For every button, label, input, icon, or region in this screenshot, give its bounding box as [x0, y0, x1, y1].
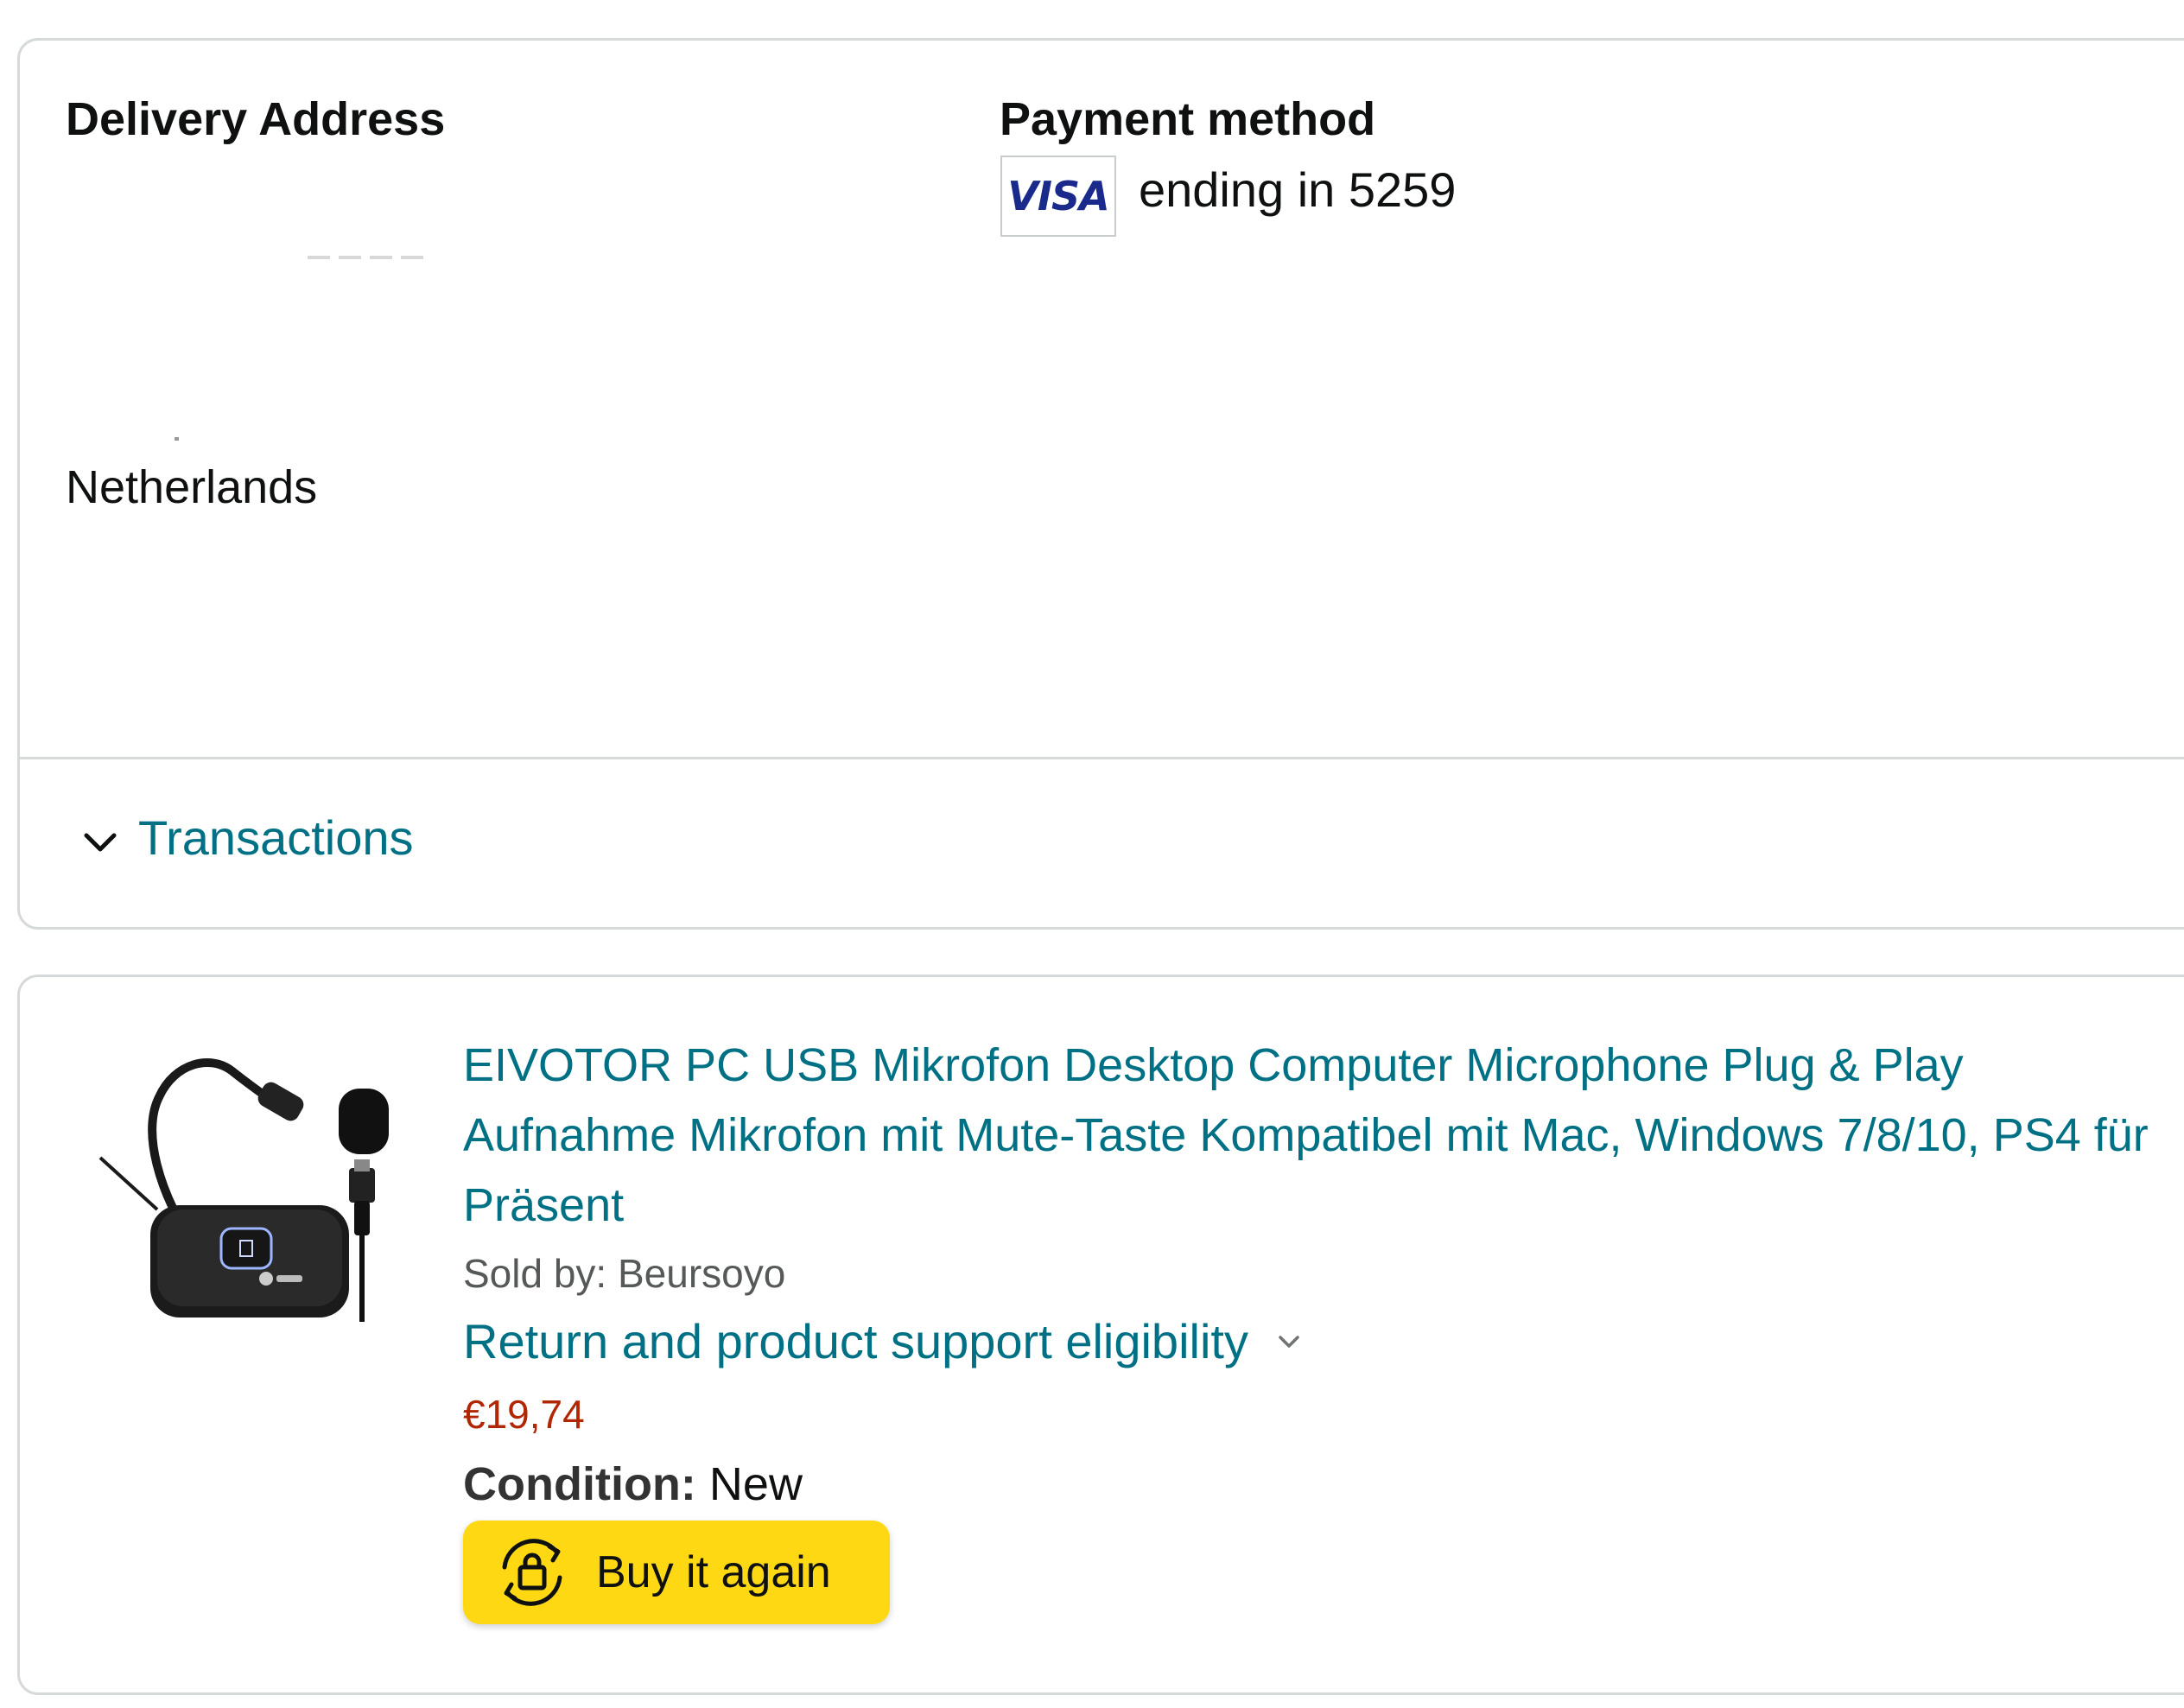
payment-method-heading: Payment method	[1000, 93, 1376, 145]
redacted-address-line	[308, 256, 429, 259]
transactions-toggle[interactable]: Transactions	[81, 810, 414, 866]
product-title-link[interactable]: EIVOTOR PC USB Mikrofon Desktop Computer…	[463, 1031, 2156, 1241]
item-price: €19,74	[463, 1392, 585, 1437]
delivery-address-heading: Delivery Address	[66, 93, 446, 145]
redacted-address-mark	[175, 437, 179, 441]
chevron-down-icon	[84, 833, 117, 852]
return-eligibility-label: Return and product support eligibility	[463, 1314, 1248, 1368]
seller-info: Sold by: Beursoyo	[463, 1251, 786, 1296]
product-image[interactable]	[81, 1028, 410, 1339]
return-eligibility-toggle[interactable]: Return and product support eligibility	[463, 1314, 1304, 1369]
card-ending-text: ending in 5259	[1139, 162, 1457, 217]
visa-icon-text: VISA	[1007, 173, 1109, 219]
condition-label: Condition:	[463, 1458, 696, 1510]
buy-it-again-label: Buy it again	[596, 1547, 831, 1597]
visa-icon: VISA	[1000, 156, 1116, 237]
chevron-down-icon	[1279, 1336, 1299, 1348]
order-details-page: Delivery Address Netherlands Payment met…	[0, 0, 2184, 1708]
condition-value: New	[708, 1458, 803, 1510]
reorder-bag-icon	[502, 1539, 562, 1606]
item-condition: Condition: New	[463, 1458, 803, 1510]
transactions-label: Transactions	[138, 810, 414, 865]
delivery-country: Netherlands	[66, 461, 318, 513]
buy-it-again-button[interactable]: Buy it again	[463, 1521, 890, 1624]
